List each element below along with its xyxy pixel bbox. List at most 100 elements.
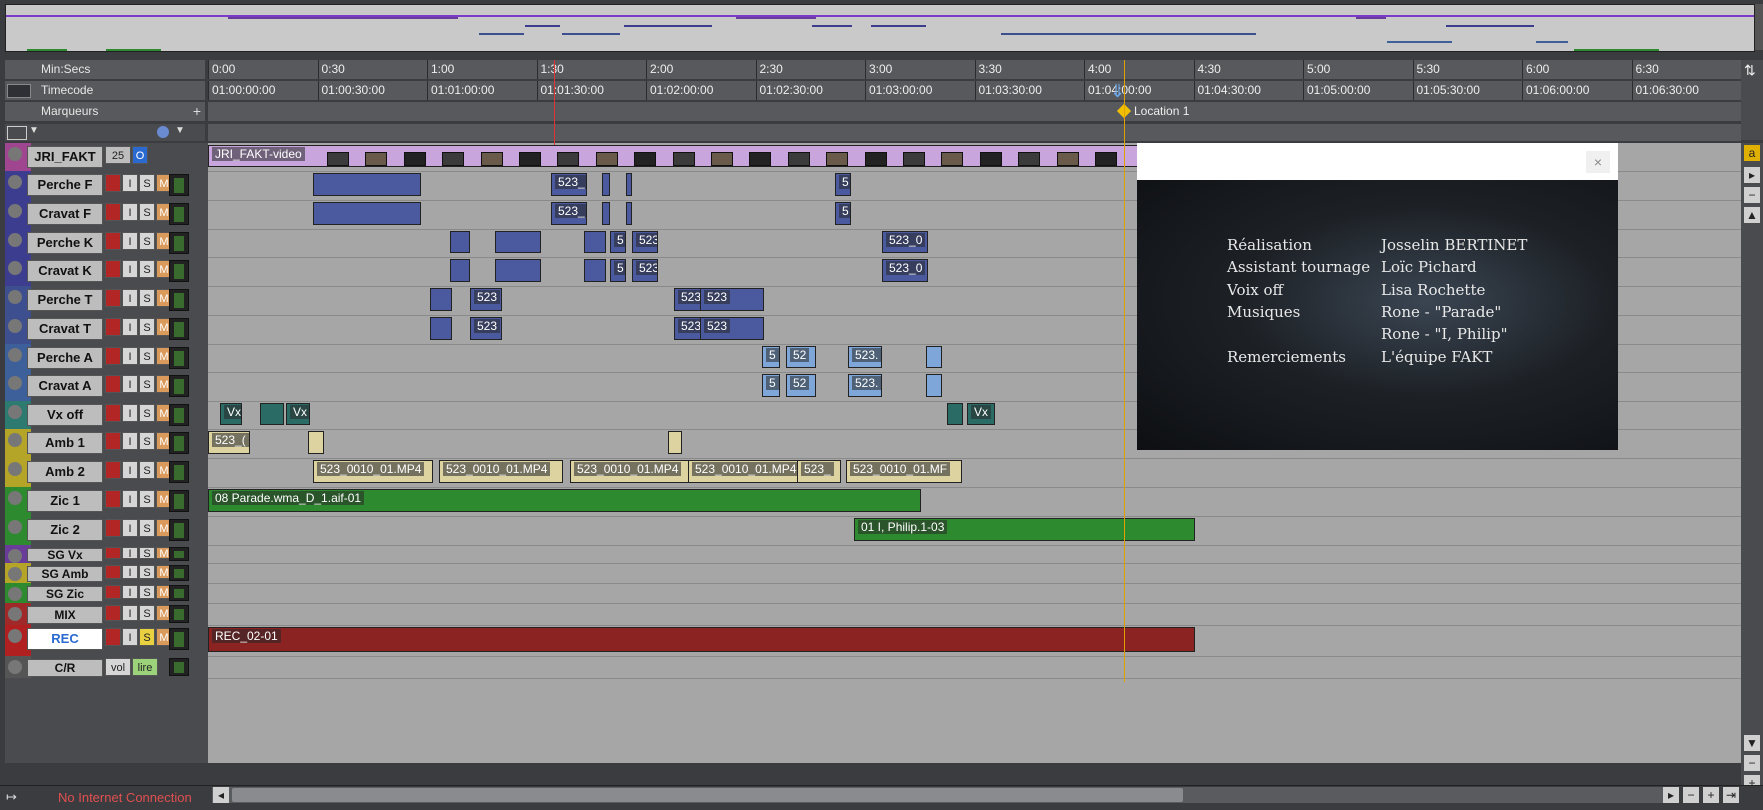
vertical-scrollbar[interactable]: a ▸ − ▲ ▼ − + (1741, 143, 1763, 791)
scroll-up-icon[interactable]: ▲ (1744, 207, 1760, 223)
track-header[interactable]: SG Vx I S M (5, 545, 208, 563)
sort-az-icon[interactable]: a (1744, 145, 1760, 161)
track-view-icon[interactable] (7, 126, 27, 140)
record-arm-button[interactable] (105, 404, 121, 422)
timecode-ruler[interactable]: 01:00:00:00 01:00:30:00 01:01:00:00 01:01:3… (208, 81, 1741, 100)
solo-button[interactable]: S (139, 289, 155, 307)
audio-clip[interactable]: Vx (220, 403, 242, 425)
audio-clip[interactable] (495, 259, 541, 282)
track-menu-icon[interactable] (8, 587, 22, 601)
solo-button[interactable]: S (139, 174, 155, 192)
track-name[interactable]: Amb 1 (27, 432, 103, 454)
scroll-down-icon[interactable]: ▼ (1744, 735, 1760, 751)
track-menu-icon[interactable] (8, 491, 22, 505)
track-name[interactable]: Cravat F (27, 203, 103, 225)
audio-clip[interactable]: 5 (610, 259, 626, 282)
video-window-titlebar[interactable]: × (1137, 143, 1618, 180)
track-header[interactable]: Amb 1ISM (5, 429, 208, 458)
audio-clip[interactable] (602, 173, 610, 196)
track-header[interactable]: JRI_FAKT 25 O (5, 143, 208, 171)
input-monitor-button[interactable]: I (122, 432, 138, 450)
track-name[interactable]: SG Amb (27, 566, 103, 582)
input-monitor-button[interactable]: I (122, 318, 138, 336)
record-arm-button[interactable] (105, 347, 121, 365)
audio-clip[interactable]: 523_0010_01.MF (846, 460, 962, 483)
video-preview-window[interactable]: × Réalisation Josselin BERTINET Assistant … (1137, 143, 1618, 450)
record-arm-button[interactable] (105, 628, 121, 646)
track-name[interactable]: Perche F (27, 174, 103, 196)
audio-clip[interactable] (584, 259, 606, 282)
scroll-right-icon[interactable]: ▸ (1663, 787, 1679, 803)
marker-location-1[interactable]: Location 1 (1134, 102, 1189, 121)
track-name[interactable]: Cravat T (27, 318, 103, 340)
record-arm-button[interactable] (105, 461, 121, 479)
audio-clip[interactable] (584, 231, 606, 253)
audio-clip[interactable] (626, 202, 632, 225)
ruler-menu-icon[interactable] (7, 84, 31, 98)
audio-clip[interactable] (430, 288, 452, 311)
solo-button[interactable]: S (139, 260, 155, 278)
track-header[interactable]: Perche TISM (5, 286, 208, 315)
audio-clip[interactable] (495, 231, 541, 253)
record-arm-button[interactable] (105, 203, 121, 221)
track-header[interactable]: Cravat KISM (5, 257, 208, 286)
track-name[interactable]: Zic 1 (27, 490, 103, 512)
audio-clip[interactable] (450, 259, 470, 282)
video-clip[interactable]: JRI_FAKT-video (208, 145, 1195, 167)
track-name[interactable]: MIX (27, 606, 103, 624)
audio-clip[interactable] (450, 231, 470, 253)
audio-clip[interactable]: 523 (700, 317, 764, 340)
track-header[interactable]: Zic 1ISM (5, 487, 208, 516)
audio-clip[interactable]: 523_0 (882, 231, 928, 253)
track-header[interactable]: SG Zic I S M (5, 583, 208, 603)
track-name[interactable]: Cravat A (27, 375, 103, 397)
audio-clip[interactable]: 523_0010_01.MP4 (439, 460, 563, 483)
track-header[interactable]: Zic 2ISM (5, 516, 208, 545)
record-arm-button[interactable] (105, 375, 121, 393)
record-arm-button[interactable] (105, 318, 121, 336)
track-name[interactable]: SG Zic (27, 586, 103, 602)
scroll-left-icon[interactable]: ◂ (213, 787, 229, 803)
track-menu-icon[interactable] (8, 175, 22, 189)
solo-button[interactable]: S (139, 432, 155, 450)
audio-clip[interactable] (308, 431, 324, 454)
audio-clip[interactable] (626, 173, 632, 196)
zoom-out-icon[interactable]: − (1744, 755, 1760, 771)
input-monitor-button[interactable]: I (122, 461, 138, 479)
track-name[interactable]: Perche T (27, 289, 103, 311)
record-arm-button[interactable] (105, 260, 121, 278)
solo-button[interactable]: S (139, 605, 155, 621)
play-icon[interactable]: ▸ (1744, 167, 1760, 183)
track-menu-icon[interactable] (8, 233, 22, 247)
track-menu-icon[interactable] (8, 549, 22, 563)
track-menu-icon[interactable] (8, 204, 22, 218)
track-header[interactable]: Vx off I S M (5, 401, 208, 429)
solo-button[interactable]: S (139, 375, 155, 393)
minsecs-ruler[interactable]: 0:00 0:30 1:00 1:30 2:00 2:30 3:00 3:30 4:00 4:30… (208, 60, 1741, 79)
audio-clip[interactable]: 523_0010_01.MP4 (570, 460, 700, 483)
solo-button[interactable]: S (139, 519, 155, 537)
audio-clip[interactable] (260, 403, 284, 425)
audio-clip[interactable]: 523 (470, 288, 502, 311)
track-name[interactable]: SG Vx (27, 548, 103, 562)
input-monitor-button[interactable]: I (122, 585, 138, 599)
audio-clip[interactable]: 523_( (208, 431, 250, 454)
audio-clip[interactable] (947, 403, 963, 425)
track-name[interactable]: Amb 2 (27, 461, 103, 483)
record-arm-button[interactable] (105, 585, 121, 599)
audio-clip[interactable]: 523. (848, 374, 882, 397)
track-menu-icon[interactable] (8, 147, 22, 161)
session-overview[interactable] (5, 4, 1755, 52)
track-name[interactable]: Zic 2 (27, 519, 103, 541)
track-header[interactable]: Cravat FISM (5, 200, 208, 229)
solo-button[interactable]: S (139, 628, 155, 646)
track-header[interactable]: SG Amb I S M (5, 563, 208, 583)
solo-button[interactable]: S (139, 490, 155, 508)
track-header[interactable]: Amb 2ISM (5, 458, 208, 487)
track-header[interactable]: Perche FISM (5, 171, 208, 200)
solo-button[interactable]: S (139, 318, 155, 336)
audio-clip[interactable]: 523 (632, 259, 658, 282)
audio-clip[interactable]: 52 (786, 346, 816, 368)
input-monitor-button[interactable]: I (122, 565, 138, 579)
track-header[interactable]: REC I S M (5, 625, 208, 656)
